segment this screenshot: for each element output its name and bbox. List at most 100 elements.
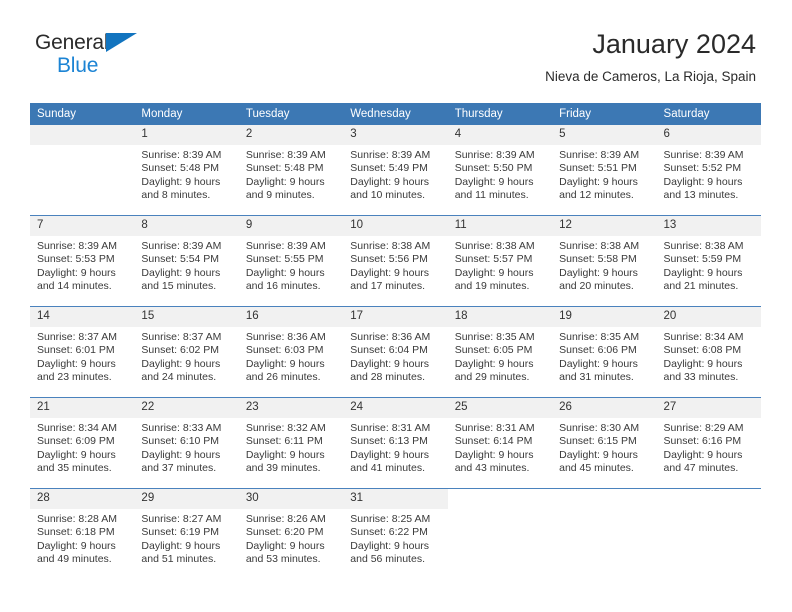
calendar-day-cell[interactable]: 24 Sunrise: 8:31 AM Sunset: 6:13 PM Dayligh… <box>343 397 448 489</box>
calendar-day-cell[interactable]: 21 Sunrise: 8:34 AM Sunset: 6:09 PM Dayligh… <box>30 397 135 489</box>
calendar-day-cell[interactable]: 10 Sunrise: 8:38 AM Sunset: 5:56 PM Dayligh… <box>343 215 448 307</box>
daylight-text-line2: and 16 minutes. <box>245 280 321 293</box>
daylight-text-line1: Daylight: 9 hours <box>350 448 430 461</box>
calendar-day-cell[interactable]: 4 Sunrise: 8:39 AM Sunset: 5:50 PM Daylight… <box>447 125 553 216</box>
sunset-text: Sunset: 6:08 PM <box>663 344 742 357</box>
daylight-text-line2: and 28 minutes. <box>350 371 425 384</box>
day-details: Sunrise: 8:32 AM Sunset: 6:11 PM Daylight:… <box>239 418 343 476</box>
day-details: Sunrise: 8:39 AM Sunset: 5:48 PM Daylight:… <box>134 145 238 203</box>
day-details: Sunrise: 8:31 AM Sunset: 6:13 PM Daylight:… <box>343 418 447 476</box>
daylight-text-line1: Daylight: 9 hours <box>141 448 221 461</box>
sunset-text: Sunset: 5:53 PM <box>37 253 115 266</box>
day-details: Sunrise: 8:30 AM Sunset: 6:15 PM Daylight:… <box>552 418 656 476</box>
sunrise-text: Sunrise: 8:39 AM <box>350 149 431 161</box>
sunset-text: Sunset: 6:22 PM <box>350 526 428 539</box>
calendar-day-cell[interactable]: 11 Sunrise: 8:38 AM Sunset: 5:57 PM Dayligh… <box>447 215 553 307</box>
day-details: Sunrise: 8:37 AM Sunset: 6:02 PM Daylight:… <box>134 327 238 385</box>
sunrise-text: Sunrise: 8:39 AM <box>663 149 744 161</box>
daylight-text-line1: Daylight: 9 hours <box>559 357 638 370</box>
calendar-day-cell[interactable]: 27 Sunrise: 8:29 AM Sunset: 6:16 PM Dayligh… <box>656 397 761 489</box>
calendar-day-cell[interactable]: 6 Sunrise: 8:39 AM Sunset: 5:52 PM Daylight… <box>656 125 761 216</box>
calendar-week-row: 7 Sunrise: 8:39 AM Sunset: 5:53 PM Daylight… <box>30 215 761 307</box>
calendar-day-cell[interactable]: 22 Sunrise: 8:33 AM Sunset: 6:10 PM Dayligh… <box>134 397 239 489</box>
calendar-week-row: 28 Sunrise: 8:28 AM Sunset: 6:18 PM Dayligh… <box>30 488 761 579</box>
daylight-text-line1: Daylight: 9 hours <box>245 266 325 279</box>
calendar-day-cell[interactable]: 18 Sunrise: 8:35 AM Sunset: 6:05 PM Dayligh… <box>447 306 553 398</box>
daylight-text-line2: and 9 minutes. <box>245 189 315 202</box>
day-number: 16 <box>238 307 344 327</box>
daylight-text-line2: and 23 minutes. <box>37 371 112 384</box>
daylight-text-line1: Daylight: 9 hours <box>559 175 638 188</box>
daylight-text-line1: Daylight: 9 hours <box>350 357 430 370</box>
calendar-day-cell[interactable]: 25 Sunrise: 8:31 AM Sunset: 6:14 PM Dayligh… <box>447 397 553 489</box>
weekday-header-wednesday: Wednesday <box>343 103 448 125</box>
day-details: Sunrise: 8:34 AM Sunset: 6:09 PM Daylight:… <box>30 418 134 476</box>
day-details: Sunrise: 8:38 AM Sunset: 5:57 PM Daylight:… <box>448 236 552 294</box>
calendar-day-cell[interactable]: 1 Sunrise: 8:39 AM Sunset: 5:48 PM Daylight… <box>134 125 239 216</box>
day-details: Sunrise: 8:39 AM Sunset: 5:49 PM Daylight:… <box>343 145 447 203</box>
calendar-week-row: 1 Sunrise: 8:39 AM Sunset: 5:48 PM Daylight… <box>30 125 761 216</box>
sunset-text: Sunset: 6:13 PM <box>350 435 428 448</box>
calendar-day-cell[interactable]: 5 Sunrise: 8:39 AM Sunset: 5:51 PM Daylight… <box>552 125 657 216</box>
sunrise-text: Sunrise: 8:26 AM <box>245 513 326 525</box>
day-number: 21 <box>30 398 135 418</box>
calendar-page: General Blue January 2024 Nieva de Camer… <box>0 0 792 612</box>
calendar-day-cell[interactable]: 30 Sunrise: 8:26 AM Sunset: 6:20 PM Dayligh… <box>238 488 344 579</box>
day-details: Sunrise: 8:39 AM Sunset: 5:48 PM Daylight:… <box>239 145 343 203</box>
sunrise-text: Sunrise: 8:39 AM <box>245 240 326 252</box>
logo-triangle-icon <box>106 33 137 52</box>
daylight-text-line1: Daylight: 9 hours <box>454 266 534 279</box>
sunrise-text: Sunrise: 8:27 AM <box>141 513 222 525</box>
day-number: 23 <box>238 398 344 418</box>
sunset-text: Sunset: 6:16 PM <box>663 435 742 448</box>
day-details: Sunrise: 8:39 AM Sunset: 5:52 PM Daylight:… <box>657 145 761 203</box>
daylight-text-line2: and 35 minutes. <box>37 462 112 475</box>
day-details: Sunrise: 8:28 AM Sunset: 6:18 PM Daylight:… <box>30 509 134 567</box>
sunrise-text: Sunrise: 8:39 AM <box>141 240 222 252</box>
day-number: 28 <box>30 489 135 509</box>
calendar-day-cell[interactable]: 29 Sunrise: 8:27 AM Sunset: 6:19 PM Dayligh… <box>134 488 239 579</box>
day-number: 2 <box>238 125 344 145</box>
sunrise-text: Sunrise: 8:37 AM <box>37 331 117 343</box>
sunset-text: Sunset: 6:01 PM <box>37 344 115 357</box>
day-details: Sunrise: 8:26 AM Sunset: 6:20 PM Daylight:… <box>239 509 343 567</box>
calendar-day-cell[interactable]: 2 Sunrise: 8:39 AM Sunset: 5:48 PM Daylight… <box>238 125 344 216</box>
daylight-text-line1: Daylight: 9 hours <box>350 175 430 188</box>
calendar-header-row: Sunday Monday Tuesday Wednesday Thursday… <box>30 103 761 125</box>
daylight-text-line2: and 15 minutes. <box>141 280 217 293</box>
daylight-text-line1: Daylight: 9 hours <box>350 539 430 552</box>
calendar-day-cell[interactable]: 7 Sunrise: 8:39 AM Sunset: 5:53 PM Daylight… <box>30 215 135 307</box>
weekday-header-sunday: Sunday <box>30 103 135 125</box>
day-details: Sunrise: 8:36 AM Sunset: 6:03 PM Daylight:… <box>239 327 343 385</box>
day-number: 29 <box>134 489 239 509</box>
calendar-day-cell[interactable]: 14 Sunrise: 8:37 AM Sunset: 6:01 PM Dayligh… <box>30 306 135 398</box>
location-subtitle: Nieva de Cameros, La Rioja, Spain <box>545 69 756 84</box>
calendar-day-cell[interactable]: 31 Sunrise: 8:25 AM Sunset: 6:22 PM Dayligh… <box>343 488 448 579</box>
day-details: Sunrise: 8:35 AM Sunset: 6:05 PM Daylight:… <box>448 327 552 385</box>
daylight-text-line1: Daylight: 9 hours <box>141 175 221 188</box>
daylight-text-line1: Daylight: 9 hours <box>141 539 221 552</box>
calendar-day-cell[interactable]: 17 Sunrise: 8:36 AM Sunset: 6:04 PM Dayligh… <box>343 306 448 398</box>
calendar-day-cell[interactable]: 23 Sunrise: 8:32 AM Sunset: 6:11 PM Dayligh… <box>238 397 344 489</box>
sunset-text: Sunset: 6:20 PM <box>245 526 324 539</box>
day-number <box>30 125 135 145</box>
day-number: 11 <box>447 216 553 236</box>
calendar-day-cell[interactable]: 28 Sunrise: 8:28 AM Sunset: 6:18 PM Dayligh… <box>30 488 135 579</box>
daylight-text-line1: Daylight: 9 hours <box>37 448 116 461</box>
sunrise-text: Sunrise: 8:30 AM <box>559 422 640 434</box>
calendar-day-cell[interactable]: 13 Sunrise: 8:38 AM Sunset: 5:59 PM Dayligh… <box>656 215 761 307</box>
calendar-day-cell[interactable]: 26 Sunrise: 8:30 AM Sunset: 6:15 PM Dayligh… <box>552 397 657 489</box>
calendar-day-cell[interactable]: 12 Sunrise: 8:38 AM Sunset: 5:58 PM Dayligh… <box>552 215 657 307</box>
calendar-day-cell[interactable]: 20 Sunrise: 8:34 AM Sunset: 6:08 PM Dayligh… <box>656 306 761 398</box>
calendar-day-cell[interactable]: 16 Sunrise: 8:36 AM Sunset: 6:03 PM Dayligh… <box>238 306 344 398</box>
sunrise-text: Sunrise: 8:38 AM <box>350 240 431 252</box>
calendar-day-cell[interactable]: 9 Sunrise: 8:39 AM Sunset: 5:55 PM Daylight… <box>238 215 344 307</box>
day-number: 3 <box>343 125 448 145</box>
calendar-day-cell[interactable]: 15 Sunrise: 8:37 AM Sunset: 6:02 PM Dayligh… <box>134 306 239 398</box>
sunrise-text: Sunrise: 8:38 AM <box>559 240 640 252</box>
calendar-day-cell[interactable]: 19 Sunrise: 8:35 AM Sunset: 6:06 PM Dayligh… <box>552 306 657 398</box>
day-details: Sunrise: 8:38 AM Sunset: 5:58 PM Daylight:… <box>552 236 656 294</box>
calendar-day-cell[interactable]: 8 Sunrise: 8:39 AM Sunset: 5:54 PM Daylight… <box>134 215 239 307</box>
calendar-day-cell[interactable]: 3 Sunrise: 8:39 AM Sunset: 5:49 PM Daylight… <box>343 125 448 216</box>
sunset-text: Sunset: 5:50 PM <box>454 162 533 175</box>
